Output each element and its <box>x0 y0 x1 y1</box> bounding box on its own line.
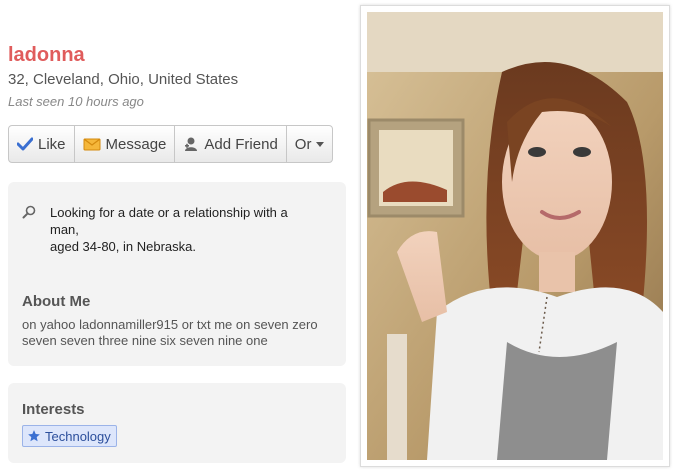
profile-location: 32, Cleveland, Ohio, United States <box>8 71 239 88</box>
interest-label: Technology <box>45 428 111 444</box>
like-button[interactable]: Like <box>9 126 75 162</box>
interest-tag[interactable]: Technology <box>22 425 117 447</box>
last-seen: Last seen 10 hours ago <box>8 94 144 109</box>
interests-title: Interests <box>22 401 85 418</box>
add-friend-button[interactable]: Add Friend <box>175 126 287 162</box>
more-label: Or <box>294 135 312 153</box>
check-icon <box>17 137 33 151</box>
caret-down-icon <box>316 141 325 147</box>
add-friend-label: Add Friend <box>204 135 278 153</box>
more-dropdown[interactable]: Or <box>287 126 333 162</box>
person-add-icon <box>183 136 199 152</box>
summary-panel: Looking for a date or a relationship wit… <box>8 182 346 366</box>
action-buttons: Like Message Add Friend Or <box>8 125 334 163</box>
envelope-icon <box>83 138 101 151</box>
profile-photo[interactable] <box>367 12 663 460</box>
looking-for-line2: aged 34-80, in Nebraska. <box>50 239 196 254</box>
profile-name: ladonna <box>8 44 85 66</box>
about-me-text: on yahoo ladonnamiller915 or txt me on s… <box>22 317 318 348</box>
magnifier-icon <box>22 205 38 255</box>
message-label: Message <box>105 135 167 153</box>
message-button[interactable]: Message <box>75 126 176 162</box>
like-label: Like <box>38 135 66 153</box>
looking-for-line1: Looking for a date or a relationship wit… <box>50 205 288 237</box>
star-icon <box>27 429 41 443</box>
about-me-title: About Me <box>22 293 91 310</box>
interests-panel: Interests Technology <box>8 383 346 463</box>
profile-photo-frame <box>360 5 670 467</box>
looking-for: Looking for a date or a relationship wit… <box>22 204 320 255</box>
